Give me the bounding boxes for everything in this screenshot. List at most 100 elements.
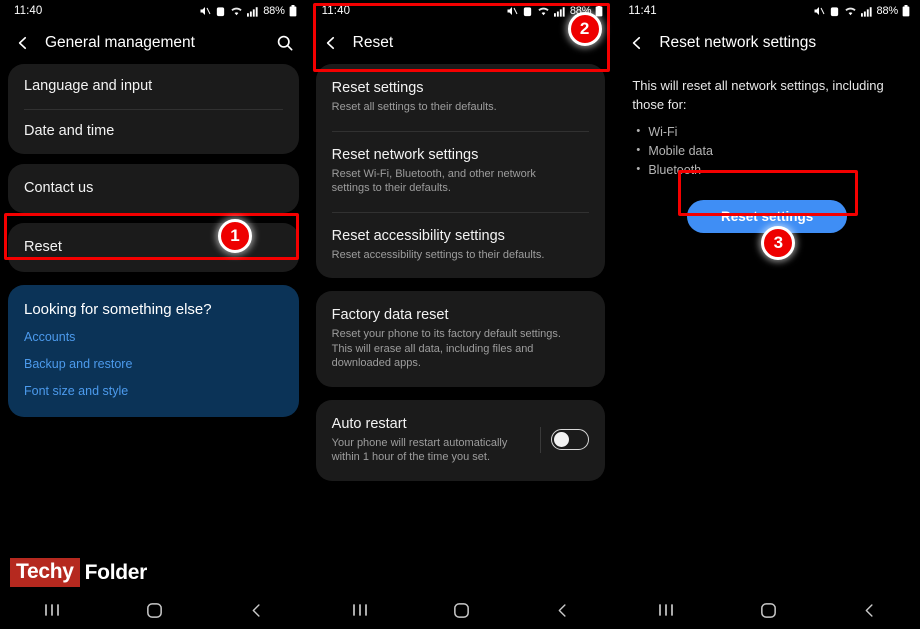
reset-row-factory-data-reset[interactable]: Factory data reset Reset your phone to i… xyxy=(316,291,606,387)
wifi-icon xyxy=(230,6,243,17)
row-title: Reset accessibility settings xyxy=(331,227,505,244)
three-panel-screenshot-strip: 11:40 88% General management Language an… xyxy=(0,0,920,629)
row-subtitle: Your phone will restart automatically wi… xyxy=(331,436,508,464)
reset-options-card: Reset settings Reset all settings to the… xyxy=(315,64,606,279)
row-subtitle: Reset all settings to their defaults. xyxy=(331,101,497,113)
settings-row-language-and-input[interactable]: Language and input xyxy=(8,64,299,109)
list-item-bluetooth: Bluetooth xyxy=(632,160,902,180)
battery-icon xyxy=(595,5,603,17)
list-item-mobile-data: Mobile data xyxy=(632,141,902,161)
row-title: Reset settings xyxy=(331,80,424,96)
looking-for-something-else-card: Looking for something else? Accounts Bac… xyxy=(8,285,299,417)
status-clock: 11:40 xyxy=(321,5,351,17)
back-icon[interactable] xyxy=(628,34,646,52)
settings-card: Contact us xyxy=(8,164,299,213)
list-item-wifi: Wi-Fi xyxy=(632,122,902,142)
battery-percentage: 88% xyxy=(263,5,285,17)
status-bar: 11:40 88% xyxy=(308,0,614,22)
watermark: Techy Folder xyxy=(10,558,147,587)
settings-card: Reset xyxy=(8,223,299,272)
back-icon[interactable] xyxy=(553,601,572,620)
row-title: Factory data reset xyxy=(331,307,449,323)
row-title: Date and time xyxy=(24,123,115,139)
back-icon[interactable] xyxy=(322,34,340,52)
wifi-icon xyxy=(844,6,857,17)
step-badge-3: 3 xyxy=(761,226,796,260)
settings-row-reset[interactable]: Reset xyxy=(8,223,299,272)
reset-row-reset-network-settings[interactable]: Reset network settings Reset Wi-Fi, Blue… xyxy=(316,130,606,212)
signal-icon xyxy=(553,6,566,17)
page-title: Reset xyxy=(352,34,394,51)
battery-percentage: 88% xyxy=(876,5,899,17)
status-bar: 11:41 88% xyxy=(614,0,920,22)
reset-button-container: Reset settings xyxy=(632,200,902,233)
factory-reset-card: Factory data reset Reset your phone to i… xyxy=(315,291,606,387)
wifi-icon xyxy=(537,6,550,17)
reset-row-reset-accessibility-settings[interactable]: Reset accessibility settings Reset acces… xyxy=(316,211,606,279)
settings-card: Language and input Date and time xyxy=(8,64,299,154)
status-icons: 88% xyxy=(199,5,297,17)
navigation-bar xyxy=(307,591,614,629)
phone-screen-reset-network-settings: 11:41 88% Reset network settings This wi… xyxy=(613,0,920,629)
app-bar: General management xyxy=(0,22,307,64)
signal-icon xyxy=(247,6,259,17)
back-icon[interactable] xyxy=(247,601,266,620)
affected-services-list: Wi-Fi Mobile data Bluetooth xyxy=(632,122,902,180)
alarm-icon xyxy=(522,6,533,17)
promo-link-accounts[interactable]: Accounts xyxy=(24,329,283,345)
auto-restart-toggle[interactable] xyxy=(551,429,590,450)
reset-row-reset-settings[interactable]: Reset settings Reset all settings to the… xyxy=(316,64,606,131)
watermark-brand-first: Techy xyxy=(10,558,80,587)
row-subtitle: Reset Wi-Fi, Bluetooth, and other networ… xyxy=(331,167,536,195)
search-icon[interactable] xyxy=(275,33,295,53)
settings-list: Language and input Date and time Contact… xyxy=(0,64,307,417)
row-title: Contact us xyxy=(24,180,94,196)
toggle-knob xyxy=(553,431,569,447)
navigation-bar xyxy=(614,591,920,629)
app-bar: Reset network settings xyxy=(614,22,920,64)
status-clock: 11:40 xyxy=(14,5,43,17)
watermark-brand-second: Folder xyxy=(84,560,148,584)
home-icon[interactable] xyxy=(145,601,164,620)
battery-icon xyxy=(289,5,297,17)
recents-icon[interactable] xyxy=(41,602,63,618)
reset-options-list: Reset settings Reset all settings to the… xyxy=(308,64,614,481)
phone-screen-reset: 11:40 88% Reset Reset settings Reset all… xyxy=(306,0,614,629)
promo-link-backup-and-restore[interactable]: Backup and restore xyxy=(24,356,283,372)
promo-title: Looking for something else? xyxy=(24,301,212,318)
row-title: Reset network settings xyxy=(331,146,479,163)
status-icons: 88% xyxy=(813,5,910,17)
reset-network-description-block: This will reset all network settings, in… xyxy=(614,64,920,233)
back-icon[interactable] xyxy=(860,601,879,620)
recents-icon[interactable] xyxy=(349,602,371,618)
mute-icon xyxy=(506,5,518,17)
mute-icon xyxy=(813,5,825,17)
home-icon[interactable] xyxy=(452,601,471,620)
row-subtitle: Reset accessibility settings to their de… xyxy=(331,248,545,261)
divider xyxy=(540,426,542,453)
auto-restart-card: Auto restart Your phone will restart aut… xyxy=(315,399,606,481)
reset-settings-button[interactable]: Reset settings xyxy=(687,200,848,233)
mute-icon xyxy=(199,5,211,17)
promo-link-font-size-and-style[interactable]: Font size and style xyxy=(24,383,283,399)
back-icon[interactable] xyxy=(14,34,32,52)
page-title: Reset network settings xyxy=(659,34,817,51)
alarm-icon xyxy=(829,6,840,17)
signal-icon xyxy=(860,6,873,17)
home-icon[interactable] xyxy=(759,601,778,620)
phone-screen-general-management: 11:40 88% General management Language an… xyxy=(0,0,307,629)
row-subtitle: Reset your phone to its factory default … xyxy=(331,328,561,369)
settings-row-contact-us[interactable]: Contact us xyxy=(8,164,299,213)
row-title: Auto restart xyxy=(331,415,407,432)
recents-icon[interactable] xyxy=(655,602,677,618)
status-clock: 11:41 xyxy=(628,5,657,17)
row-title: Language and input xyxy=(24,78,153,94)
step-badge-2: 2 xyxy=(567,12,602,46)
toggle-area xyxy=(540,426,590,453)
reset-row-auto-restart[interactable]: Auto restart Your phone will restart aut… xyxy=(316,400,606,481)
description-text: This will reset all network settings, in… xyxy=(632,78,884,112)
settings-row-date-and-time[interactable]: Date and time xyxy=(8,109,299,154)
step-badge-1: 1 xyxy=(218,219,252,253)
alarm-icon xyxy=(215,6,226,17)
row-text-block: Auto restart Your phone will restart aut… xyxy=(332,415,541,465)
